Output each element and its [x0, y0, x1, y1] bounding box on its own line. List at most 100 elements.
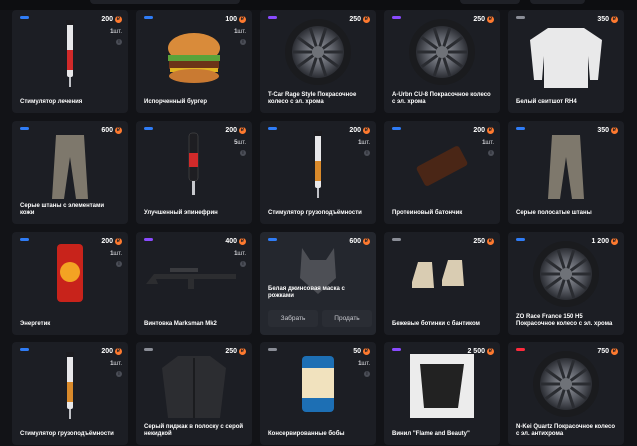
- item-price: 750 ₽: [597, 348, 618, 355]
- price-value: 250: [473, 238, 485, 245]
- price-value: 200: [101, 348, 113, 355]
- inventory-item-card[interactable]: 200 ₽ 1шт. i Энергетик: [12, 232, 128, 335]
- rarity-tag: [268, 238, 277, 241]
- inventory-item-card[interactable]: 200 ₽ 5шт. i Улучшенный эпинефрин: [136, 121, 252, 224]
- inventory-item-card[interactable]: 200 ₽ 1шт. i Стимулятор грузоподъёмности: [260, 121, 376, 224]
- rarity-tag: [392, 127, 401, 130]
- coin-icon: ₽: [611, 348, 618, 355]
- inventory-item-card[interactable]: 400 ₽ 1шт. i Винтовка Marksman Mk2: [136, 232, 252, 335]
- inventory-item-card[interactable]: 50 ₽ 1шт. i Консервированные бобы: [260, 342, 376, 445]
- rarity-tag: [144, 16, 153, 19]
- top-tab-slot[interactable]: [90, 0, 240, 4]
- item-name: Винтовка Marksman Mk2: [144, 321, 217, 327]
- item-name: N-Kei Quartz Покрасочное колесо с эл. ан…: [516, 424, 616, 437]
- coin-icon: ₽: [363, 127, 370, 134]
- rarity-tag: [392, 348, 401, 351]
- inventory-item-card[interactable]: 200 ₽ 1шт. i Стимулятор лечения: [12, 10, 128, 113]
- rarity-tag: [392, 16, 401, 19]
- item-price: 200 ₽: [101, 348, 122, 355]
- item-price: 200 ₽: [225, 127, 246, 134]
- rarity-tag: [144, 127, 153, 130]
- item-quantity: 1шт.: [110, 29, 122, 35]
- item-price: 250 ₽: [225, 348, 246, 355]
- inventory-item-card[interactable]: 200 ₽ 1шт. i Стимулятор грузоподъёмности: [12, 342, 128, 445]
- price-value: 600: [349, 238, 361, 245]
- top-tab-slot[interactable]: [460, 0, 520, 4]
- item-quantity: 1шт.: [358, 140, 370, 146]
- inventory-item-card[interactable]: 350 ₽ Серые полосатые штаны: [508, 121, 624, 224]
- info-icon[interactable]: i: [116, 261, 122, 267]
- top-tab-slot[interactable]: [530, 0, 585, 4]
- item-name: Стимулятор грузоподъёмности: [20, 431, 114, 437]
- inventory-item-card[interactable]: 2 500 ₽ Винил "Flame and Beauty": [384, 342, 500, 445]
- inventory-item-card[interactable]: 600 ₽ Серые штаны с элементами кожи: [12, 121, 128, 224]
- rarity-tag: [268, 348, 277, 351]
- item-price: 200 ₽: [349, 127, 370, 134]
- price-value: 350: [597, 16, 609, 23]
- item-price: 250 ₽: [473, 16, 494, 23]
- price-value: 200: [225, 127, 237, 134]
- rarity-tag: [20, 238, 29, 241]
- price-value: 2 500: [467, 348, 485, 355]
- price-value: 200: [101, 238, 113, 245]
- coin-icon: ₽: [487, 127, 494, 134]
- info-icon[interactable]: i: [240, 261, 246, 267]
- inventory-item-card[interactable]: 750 ₽ N-Kei Quartz Покрасочное колесо с …: [508, 342, 624, 445]
- price-value: 50: [353, 348, 361, 355]
- inventory-item-card[interactable]: 350 ₽ Белый свитшот RH4: [508, 10, 624, 113]
- coin-icon: ₽: [611, 238, 618, 245]
- inventory-item-card[interactable]: 1 200 ₽ ZO Race France 150 H5 Покрасочно…: [508, 232, 624, 335]
- take-button[interactable]: Забрать: [268, 310, 318, 327]
- item-name: A-Urbn CU-8 Покрасочное колесо с эл. хро…: [392, 92, 491, 105]
- item-price: 600 ₽: [349, 238, 370, 245]
- quantity-unit: шт.: [361, 140, 370, 146]
- sell-button[interactable]: Продать: [322, 310, 372, 327]
- item-price: 250 ₽: [473, 238, 494, 245]
- item-quantity: 1шт.: [110, 251, 122, 257]
- price-value: 200: [473, 127, 485, 134]
- coin-icon: ₽: [611, 127, 618, 134]
- info-icon[interactable]: i: [488, 150, 494, 156]
- item-price: 50 ₽: [353, 348, 370, 355]
- price-value: 250: [473, 16, 485, 23]
- item-quantity: 5шт.: [234, 140, 246, 146]
- item-name: Бежевые ботинки с бантиком: [392, 321, 480, 327]
- item-name: Винил "Flame and Beauty": [392, 431, 470, 437]
- quantity-unit: шт.: [237, 29, 246, 35]
- item-name: Белая джинсовая маска с рожками: [268, 286, 345, 299]
- coin-icon: ₽: [487, 16, 494, 23]
- item-quantity: 1шт.: [234, 251, 246, 257]
- inventory-item-card[interactable]: 250 ₽ Бежевые ботинки с бантиком: [384, 232, 500, 335]
- price-value: 750: [597, 348, 609, 355]
- inventory-item-card[interactable]: 250 ₽ A-Urbn CU-8 Покрасочное колесо с э…: [384, 10, 500, 113]
- rarity-tag: [144, 348, 153, 351]
- inventory-item-card[interactable]: 250 ₽ Серый пиджак в полоску с серой нек…: [136, 342, 252, 445]
- item-price: 1 200 ₽: [591, 238, 618, 245]
- info-icon[interactable]: i: [116, 371, 122, 377]
- info-icon[interactable]: i: [240, 150, 246, 156]
- info-icon[interactable]: i: [364, 150, 370, 156]
- info-icon[interactable]: i: [240, 39, 246, 45]
- inventory-item-card[interactable]: 250 ₽ T-Car Rage Style Покрасочное колес…: [260, 10, 376, 113]
- inventory-item-card[interactable]: 100 ₽ 1шт. i Испорченный бургер: [136, 10, 252, 113]
- info-icon[interactable]: i: [364, 371, 370, 377]
- inventory-item-card[interactable]: 600 ₽ Забрать Продать Белая джинсовая мас…: [260, 232, 376, 335]
- rarity-tag: [268, 16, 277, 19]
- item-quantity: 1шт.: [358, 361, 370, 367]
- item-price: 250 ₽: [349, 16, 370, 23]
- rarity-tag: [144, 238, 153, 241]
- item-name: Протеиновый батончик: [392, 210, 463, 216]
- rarity-tag: [268, 127, 277, 130]
- rarity-tag: [392, 238, 401, 241]
- item-name: Энергетик: [20, 321, 51, 327]
- inventory-item-card[interactable]: 200 ₽ 1шт. i Протеиновый батончик: [384, 121, 500, 224]
- item-name: Серые полосатые штаны: [516, 210, 592, 216]
- price-value: 400: [225, 238, 237, 245]
- coin-icon: ₽: [611, 16, 618, 23]
- item-name: Консервированные бобы: [268, 431, 345, 437]
- coin-icon: ₽: [239, 238, 246, 245]
- price-value: 200: [349, 127, 361, 134]
- rarity-tag: [20, 127, 29, 130]
- info-icon[interactable]: i: [116, 39, 122, 45]
- item-price: 2 500 ₽: [467, 348, 494, 355]
